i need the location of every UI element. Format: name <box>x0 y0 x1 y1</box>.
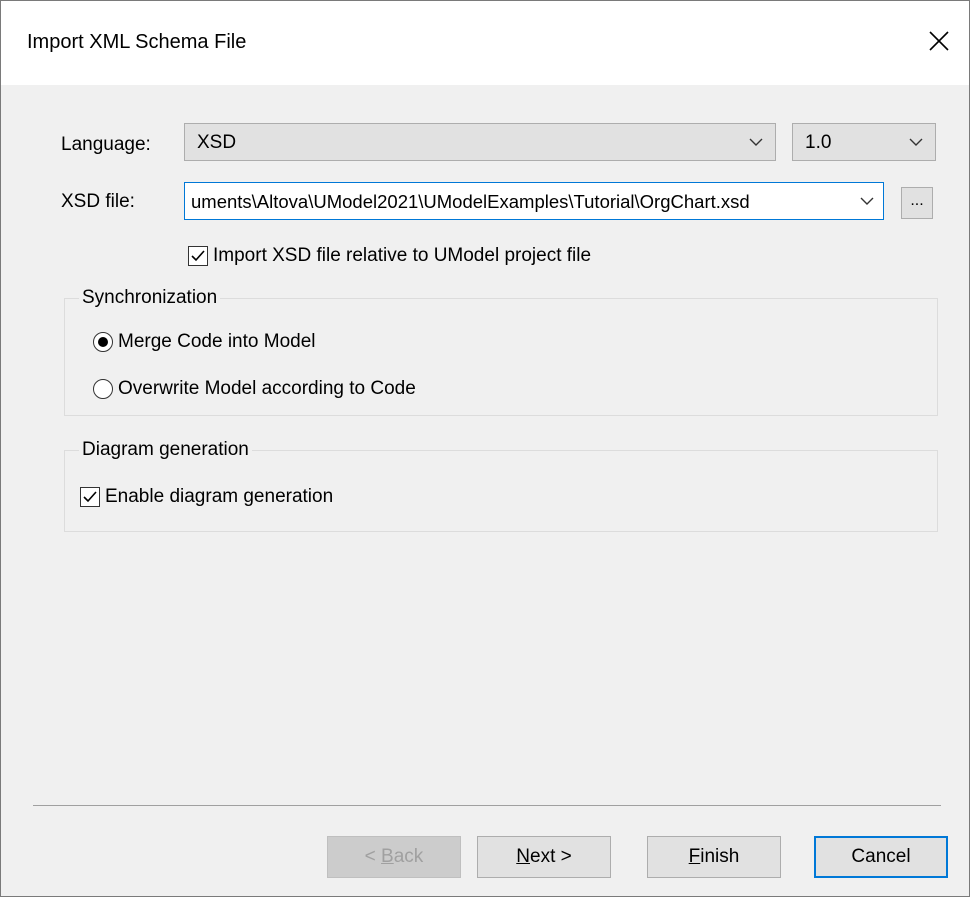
relative-import-label: Import XSD file relative to UModel proje… <box>213 245 592 266</box>
checkbox-box[interactable] <box>80 487 100 507</box>
back-rest: ack <box>393 846 424 867</box>
overwrite-model-label: Overwrite Model according to Code <box>118 378 416 399</box>
xsd-file-label: XSD file: <box>61 191 135 212</box>
xsd-file-input[interactable]: uments\Altova\UModel2021\UModelExamples\… <box>184 182 884 220</box>
dialog-title: Import XML Schema File <box>27 31 247 53</box>
language-value: XSD <box>197 132 237 153</box>
back-button[interactable]: < Back <box>327 836 461 878</box>
finish-rest: inish <box>700 846 740 867</box>
language-label: Language: <box>61 134 151 155</box>
enable-diagram-checkbox[interactable]: Enable diagram generation <box>80 486 333 508</box>
import-xml-schema-dialog: Import XML Schema File Language: XSD 1.0… <box>0 0 970 897</box>
relative-import-checkbox[interactable]: Import XSD file relative to UModel proje… <box>188 245 591 267</box>
radio-circle[interactable] <box>93 332 113 352</box>
cancel-button[interactable]: Cancel <box>814 836 948 878</box>
check-icon <box>83 491 97 503</box>
chevron-down-icon <box>909 138 923 146</box>
browse-button[interactable]: ... <box>901 187 933 219</box>
merge-code-radio[interactable]: Merge Code into Model <box>93 331 316 353</box>
close-button[interactable] <box>917 19 961 63</box>
finish-button[interactable]: Finish <box>647 836 781 878</box>
merge-code-label: Merge Code into Model <box>118 331 316 352</box>
finish-mnemonic: F <box>688 846 701 867</box>
version-select[interactable]: 1.0 <box>792 123 936 161</box>
next-rest: ext > <box>530 846 572 867</box>
radio-circle[interactable] <box>93 379 113 399</box>
next-mnemonic: N <box>516 846 530 867</box>
language-select[interactable]: XSD <box>184 123 776 161</box>
version-value: 1.0 <box>805 132 832 153</box>
close-icon <box>929 31 949 51</box>
enable-diagram-label: Enable diagram generation <box>105 486 334 507</box>
back-prefix: < <box>364 846 382 867</box>
chevron-down-icon <box>749 138 763 146</box>
synchronization-title: Synchronization <box>79 287 221 309</box>
checkbox-box[interactable] <box>188 246 208 266</box>
check-icon <box>191 250 205 262</box>
chevron-down-icon[interactable] <box>860 197 874 206</box>
xsd-file-path: uments\Altova\UModel2021\UModelExamples\… <box>191 191 750 212</box>
title-bar: Import XML Schema File <box>1 1 969 85</box>
radio-selected-dot <box>98 337 108 347</box>
back-mnemonic: B <box>381 846 394 867</box>
diagram-generation-title: Diagram generation <box>79 439 252 461</box>
next-button[interactable]: Next > <box>477 836 611 878</box>
footer-divider <box>33 805 941 806</box>
overwrite-model-radio[interactable]: Overwrite Model according to Code <box>93 378 416 400</box>
